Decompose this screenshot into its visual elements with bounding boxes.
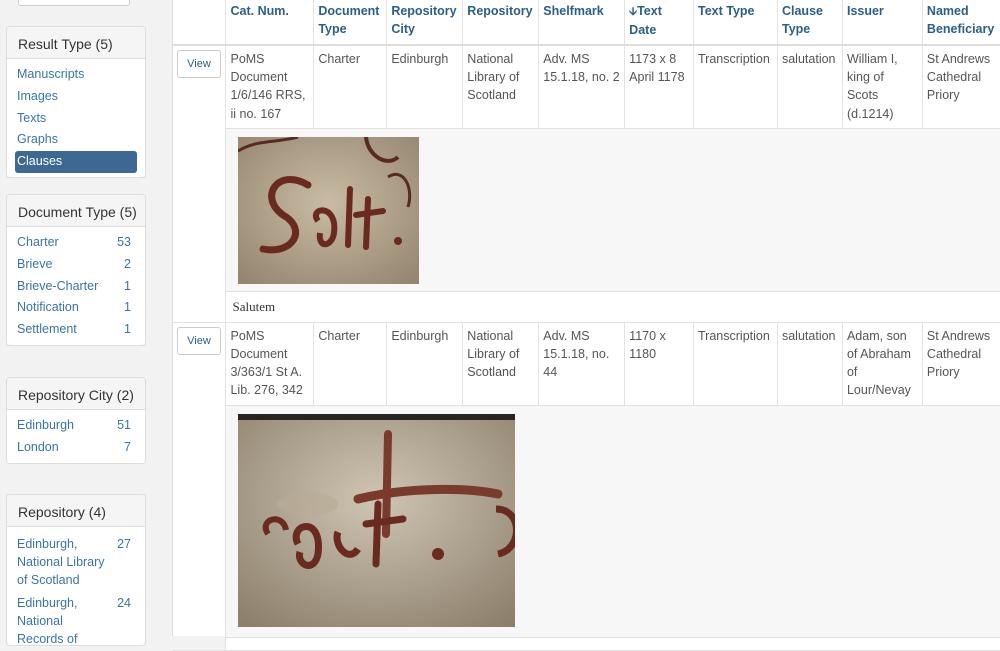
view-cell: View: [173, 45, 227, 323]
results-table: Cat. Num. Document Type Repository City …: [173, 0, 1000, 651]
facet-sidebar: Result Type (5) Manuscripts Images Texts…: [0, 0, 160, 646]
image-cell: [225, 405, 1000, 638]
facet-item-graphs[interactable]: Graphs: [7, 129, 145, 151]
cell-text-type: Transcription: [693, 322, 778, 406]
manuscript-clause-image[interactable]: [238, 136, 420, 284]
header-repository-city[interactable]: Repository City: [386, 0, 464, 46]
search-box-remnant[interactable]: [18, 0, 130, 6]
header-repository[interactable]: Repository: [462, 0, 540, 46]
facet-repository: Repository (4) Edinburgh, National Libra…: [6, 494, 146, 646]
facet-item-nls[interactable]: Edinburgh, National Library of Scotland 2…: [7, 532, 145, 591]
facet-title: Result Type (5): [7, 27, 145, 59]
facet-item-settlement[interactable]: Settlement 1: [7, 319, 145, 341]
cell-text-type: Transcription: [693, 45, 778, 129]
facet-item-notification[interactable]: Notification 1: [7, 297, 145, 319]
cell-issuer: William I, king of Scots (d.1214): [842, 45, 923, 129]
facet-item-images[interactable]: Images: [7, 86, 145, 108]
image-cell: [225, 128, 1000, 292]
cell-cat-num: PoMS Document 3/363/1 St A. Lib. 276, 34…: [225, 322, 315, 406]
facet-item-edinburgh[interactable]: Edinburgh 51: [7, 415, 145, 437]
caption-row: [173, 637, 1000, 651]
clause-caption: Salutem: [225, 291, 1000, 323]
cell-clause-type: salutation: [777, 322, 843, 406]
facet-item-brieve[interactable]: Brieve 2: [7, 254, 145, 276]
facet-item-charter[interactable]: Charter 53: [7, 232, 145, 254]
cell-shelfmark: Adv. MS 15.1.18, no. 44: [538, 322, 626, 406]
table-row: View PoMS Document 1/6/146 RRS, ii no. 1…: [173, 45, 1000, 323]
facet-title: Repository (4): [7, 495, 145, 527]
header-text-type[interactable]: Text Type: [693, 0, 778, 46]
sort-desc-icon: 🡫: [629, 6, 638, 18]
cell-issuer: Adam, son of Abraham of Lour/Nevay: [842, 322, 923, 406]
facet-item-brieve-charter[interactable]: Brieve-Charter 1: [7, 276, 145, 298]
facet-item-london[interactable]: London 7: [7, 437, 145, 459]
header-text-date[interactable]: 🡫Text Date: [624, 0, 695, 46]
image-row: [173, 128, 1000, 292]
facet-item-clauses[interactable]: Clauses: [15, 151, 137, 173]
cell-shelfmark: Adv. MS 15.1.18, no. 2: [538, 45, 626, 129]
cell-named-beneficiary: St Andrews Cathedral Priory: [922, 45, 1000, 129]
header-view: [173, 0, 227, 46]
header-issuer[interactable]: Issuer: [842, 0, 923, 46]
cell-clause-type: salutation: [777, 45, 843, 129]
cell-text-date: 1173 x 8 April 1178: [624, 45, 695, 129]
view-button[interactable]: View: [177, 326, 221, 355]
view-cell: View: [173, 322, 227, 651]
facet-document-type: Document Type (5) Charter 53 Brieve 2 Brie…: [6, 194, 146, 346]
cell-repository-city: Edinburgh: [386, 322, 464, 406]
manuscript-clause-image[interactable]: [238, 413, 516, 627]
caption-row: Salutem: [173, 291, 1000, 323]
facet-repository-city: Repository City (2) Edinburgh 51 London 7: [6, 377, 146, 464]
header-shelfmark[interactable]: Shelfmark: [538, 0, 626, 46]
clause-caption: [225, 637, 1000, 651]
facet-result-type: Result Type (5) Manuscripts Images Texts…: [6, 26, 146, 178]
facet-title: Repository City (2): [7, 378, 145, 410]
table-header: Cat. Num. Document Type Repository City …: [173, 0, 1000, 46]
header-clause-type[interactable]: Clause Type: [777, 0, 843, 46]
facet-item-texts[interactable]: Texts: [7, 108, 145, 130]
header-cat-num[interactable]: Cat. Num.: [225, 0, 315, 46]
facet-item-nrs[interactable]: Edinburgh, National Records of 24: [7, 591, 145, 645]
results-panel: Cat. Num. Document Type Repository City …: [172, 0, 1000, 651]
cell-document-type: Charter: [313, 45, 388, 129]
header-named-beneficiary[interactable]: Named Beneficiary: [922, 0, 1000, 46]
cell-text-date: 1170 x 1180: [624, 322, 695, 406]
facet-title: Document Type (5): [7, 195, 145, 227]
table-row: View PoMS Document 3/363/1 St A. Lib. 27…: [173, 322, 1000, 651]
cell-repository: National Library of Scotland: [462, 45, 540, 129]
cell-repository-city: Edinburgh: [386, 45, 464, 129]
image-row: [173, 405, 1000, 638]
cell-document-type: Charter: [313, 322, 388, 406]
cell-repository: National Library of Scotland: [462, 322, 540, 406]
facet-item-manuscripts[interactable]: Manuscripts: [7, 64, 145, 86]
cell-named-beneficiary: St Andrews Cathedral Priory: [922, 322, 1000, 406]
view-button[interactable]: View: [177, 50, 221, 78]
header-document-type[interactable]: Document Type: [313, 0, 388, 46]
cell-cat-num: PoMS Document 1/6/146 RRS, ii no. 167: [225, 45, 315, 129]
